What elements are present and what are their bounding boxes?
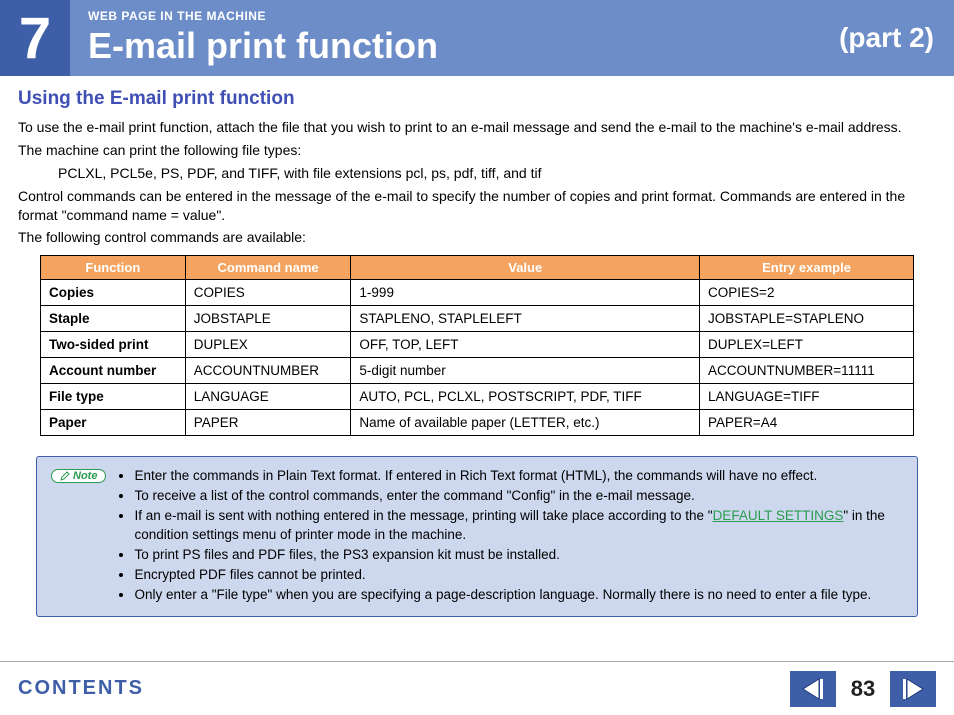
chapter-number: 7 [0,0,70,76]
paragraph: The machine can print the following file… [18,141,936,160]
table-cell: 5-digit number [351,358,700,384]
paragraph: Control commands can be entered in the m… [18,187,936,225]
contents-button[interactable]: CONTENTS [18,677,144,700]
arrow-right-icon [899,677,927,701]
header-overline: WEB PAGE IN THE MACHINE [88,9,839,23]
table-header: Value [351,256,700,280]
note-item: Only enter a "File type" when you are sp… [134,586,903,605]
table-cell: File type [41,384,186,410]
next-page-button[interactable] [890,671,936,707]
main-content: Using the E-mail print function To use t… [0,76,954,617]
table-cell: DUPLEX=LEFT [700,332,914,358]
note-item: Enter the commands in Plain Text format.… [134,467,903,486]
note-item: If an e-mail is sent with nothing entere… [134,507,903,545]
file-types-line: PCLXL, PCL5e, PS, PDF, and TIFF, with fi… [58,164,936,183]
table-cell: AUTO, PCL, PCLXL, POSTSCRIPT, PDF, TIFF [351,384,700,410]
header-titles: WEB PAGE IN THE MACHINE E-mail print fun… [70,9,839,67]
table-cell: Copies [41,280,186,306]
table-row: Two-sided printDUPLEXOFF, TOP, LEFTDUPLE… [41,332,914,358]
paragraph: The following control commands are avail… [18,228,936,247]
table-cell: OFF, TOP, LEFT [351,332,700,358]
table-header: Entry example [700,256,914,280]
part-label: (part 2) [839,22,954,54]
table-cell: LANGUAGE [185,384,351,410]
paragraph: To use the e-mail print function, attach… [18,118,936,137]
table-cell: 1-999 [351,280,700,306]
pencil-icon [60,471,70,481]
table-cell: JOBSTAPLE [185,306,351,332]
table-cell: Name of available paper (LETTER, etc.) [351,410,700,436]
table-cell: COPIES [185,280,351,306]
table-cell: STAPLENO, STAPLELEFT [351,306,700,332]
table-cell: DUPLEX [185,332,351,358]
prev-page-button[interactable] [790,671,836,707]
table-row: Account numberACCOUNTNUMBER5-digit numbe… [41,358,914,384]
page-header: 7 WEB PAGE IN THE MACHINE E-mail print f… [0,0,954,76]
table-cell: Two-sided print [41,332,186,358]
table-row: CopiesCOPIES1-999COPIES=2 [41,280,914,306]
table-cell: COPIES=2 [700,280,914,306]
section-title: Using the E-mail print function [18,88,936,110]
note-item: To receive a list of the control command… [134,487,903,506]
table-row: PaperPAPERName of available paper (LETTE… [41,410,914,436]
note-item: Encrypted PDF files cannot be printed. [134,566,903,585]
table-header: Function [41,256,186,280]
table-cell: LANGUAGE=TIFF [700,384,914,410]
page-number: 83 [846,676,880,702]
note-list: Enter the commands in Plain Text format.… [116,467,903,605]
commands-table: FunctionCommand nameValueEntry example C… [40,255,914,436]
default-settings-link[interactable]: DEFAULT SETTINGS [713,508,844,523]
note-item: To print PS files and PDF files, the PS3… [134,546,903,565]
table-cell: Paper [41,410,186,436]
table-cell: ACCOUNTNUMBER [185,358,351,384]
table-row: File typeLANGUAGEAUTO, PCL, PCLXL, POSTS… [41,384,914,410]
table-cell: PAPER [185,410,351,436]
table-row: StapleJOBSTAPLESTAPLENO, STAPLELEFTJOBST… [41,306,914,332]
note-box: Note Enter the commands in Plain Text fo… [36,456,918,616]
table-cell: Account number [41,358,186,384]
arrow-left-icon [799,677,827,701]
table-cell: ACCOUNTNUMBER=11111 [700,358,914,384]
note-badge: Note [51,469,106,483]
table-cell: Staple [41,306,186,332]
note-label: Note [73,470,97,482]
table-cell: JOBSTAPLE=STAPLENO [700,306,914,332]
page-title: E-mail print function [88,25,839,67]
footer-nav: 83 [790,671,936,707]
page-footer: CONTENTS 83 [0,661,954,715]
table-header: Command name [185,256,351,280]
table-cell: PAPER=A4 [700,410,914,436]
